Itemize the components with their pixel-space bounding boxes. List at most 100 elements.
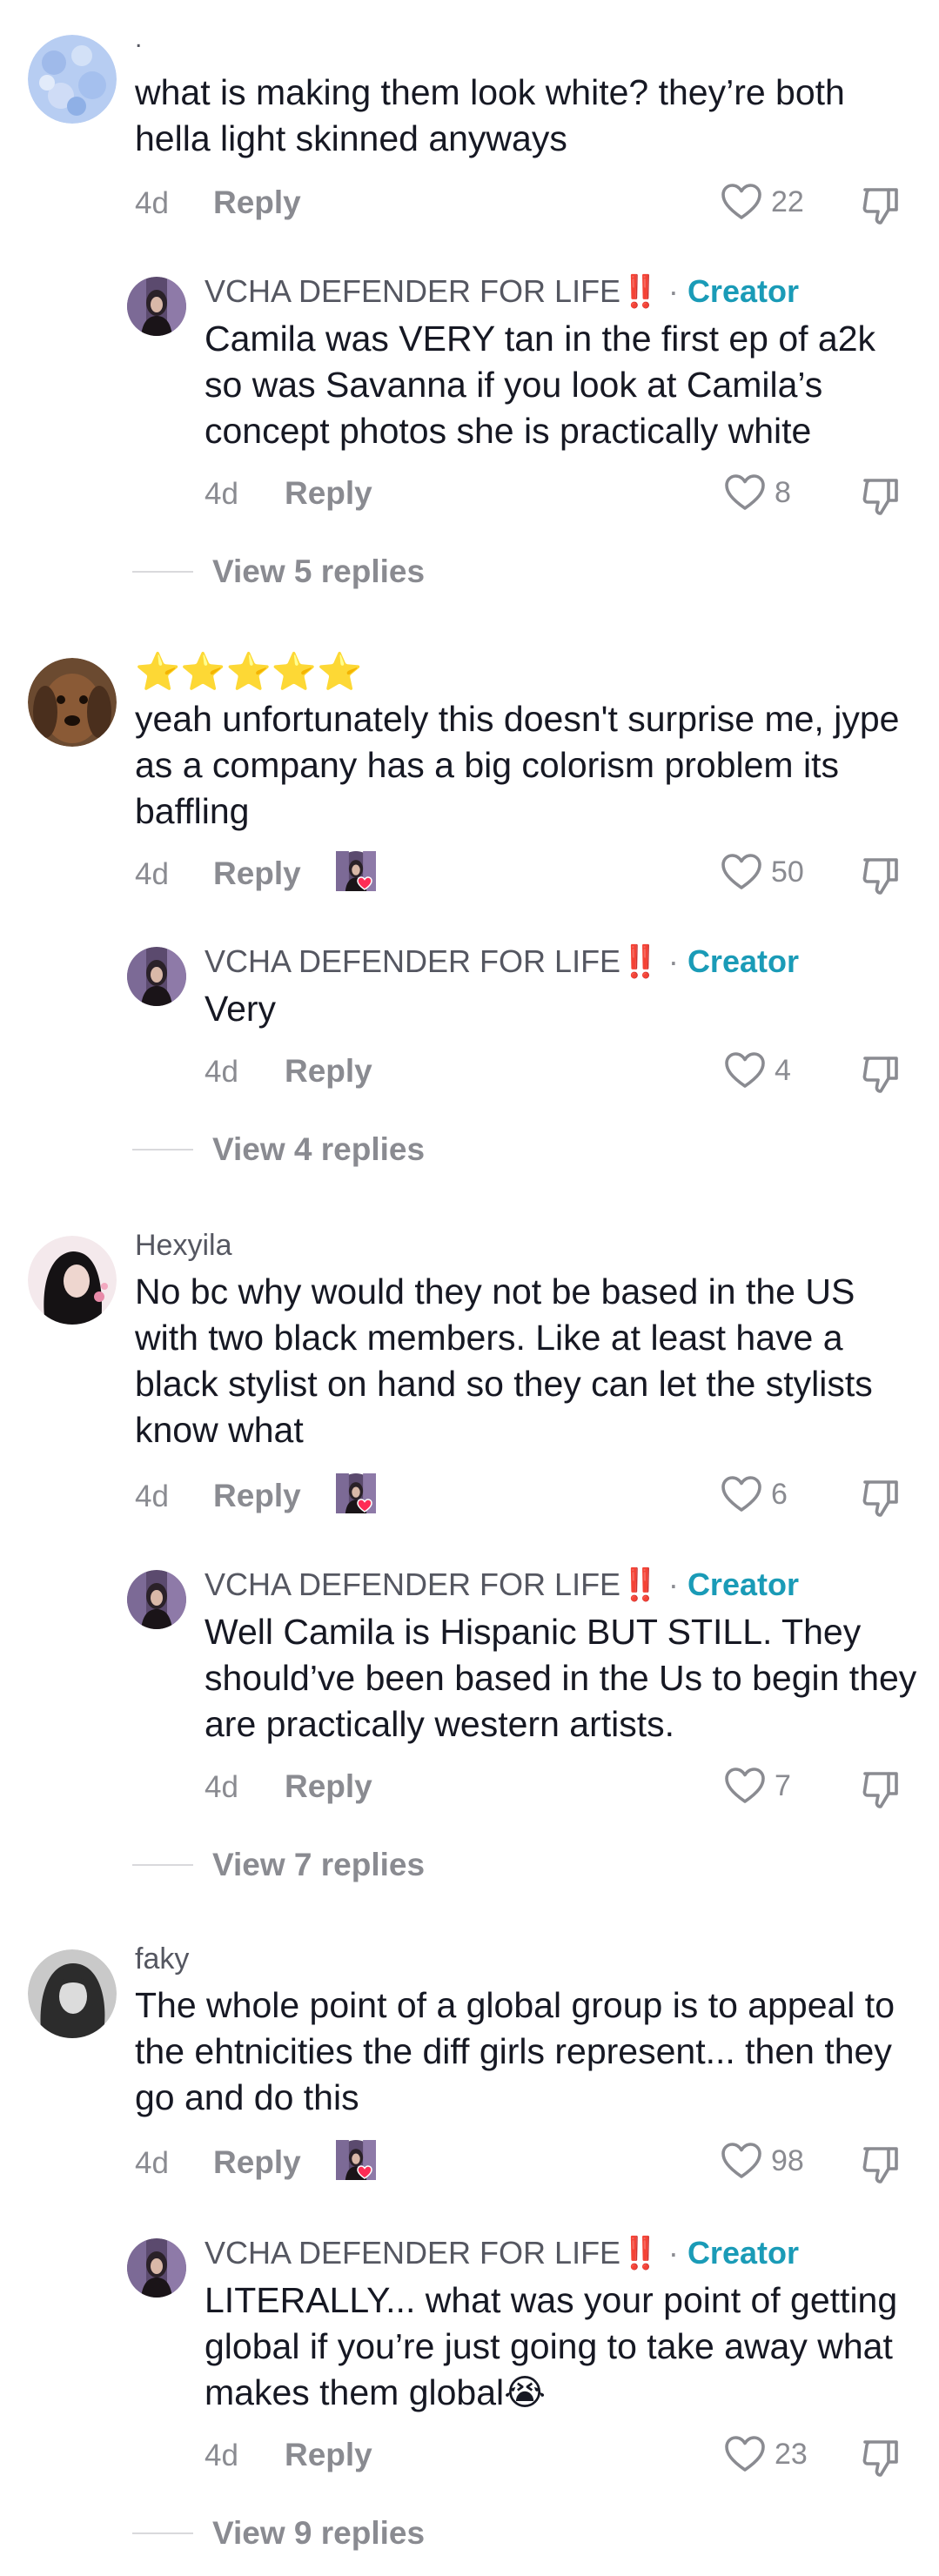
reply-button[interactable]: Reply <box>285 1053 372 1090</box>
heart-outline-icon <box>724 2435 766 2473</box>
like-button[interactable]: 4 <box>724 1051 791 1090</box>
heart-outline-icon <box>721 2142 762 2180</box>
like-count: 4 <box>775 1053 791 1087</box>
like-button[interactable]: 6 <box>721 1475 788 1513</box>
like-button[interactable]: 22 <box>721 183 804 221</box>
reply-button[interactable]: Reply <box>285 475 372 512</box>
view-replies-button[interactable]: View 4 replies <box>132 1131 425 1168</box>
reply-text: LITERALLY... what was your point of gett… <box>205 2280 898 2412</box>
creator-label: Creator <box>687 2235 799 2271</box>
comment-text: yeah unfortunately this doesn't surprise… <box>135 699 900 831</box>
thumbs-down-icon[interactable] <box>860 184 902 226</box>
like-count: 98 <box>771 2143 804 2177</box>
view-replies-label: View 9 replies <box>212 2515 426 2551</box>
reply-username[interactable]: VCHA DEFENDER FOR LIFE <box>205 273 620 309</box>
thumbs-down-icon[interactable] <box>860 2437 902 2479</box>
reply-username-line[interactable]: VCHA DEFENDER FOR LIFE‼️ · Creator <box>205 1566 799 1603</box>
comment-time: 4d <box>135 1479 169 1513</box>
divider-line <box>132 571 193 573</box>
creator-label: Creator <box>687 273 799 309</box>
reply-text: Well Camila is Hispanic BUT STILL. They … <box>205 1612 917 1744</box>
avatar[interactable] <box>28 658 117 747</box>
comment-text: No bc why would they not be based in the… <box>135 1271 873 1450</box>
reply-button[interactable]: Reply <box>213 855 301 892</box>
creator-avatar[interactable] <box>127 947 186 1006</box>
creator-avatar[interactable] <box>127 277 186 336</box>
reply-button[interactable]: Reply <box>285 1768 372 1805</box>
heart-outline-icon <box>724 1767 766 1805</box>
comment-username[interactable]: . <box>135 24 142 54</box>
creator-liked-avatar-icon <box>336 851 376 891</box>
like-count: 8 <box>775 475 791 509</box>
creator-avatar[interactable] <box>127 1570 186 1629</box>
like-count: 50 <box>771 855 804 889</box>
view-replies-label: View 5 replies <box>212 553 426 589</box>
view-replies-label: View 7 replies <box>212 1847 426 1882</box>
reply-username-line[interactable]: VCHA DEFENDER FOR LIFE‼️ · Creator <box>205 273 799 310</box>
comment-username[interactable]: Hexyila <box>135 1229 231 1263</box>
separator-dot: · <box>667 273 679 309</box>
reply-text: Camila was VERY tan in the first ep of a… <box>205 319 876 451</box>
heart-outline-icon <box>724 1051 766 1090</box>
creator-label: Creator <box>687 943 799 979</box>
heart-outline-icon <box>721 853 762 891</box>
view-replies-label: View 4 replies <box>212 1131 426 1167</box>
creator-liked-avatar-icon <box>336 1473 376 1513</box>
reply-username[interactable]: VCHA DEFENDER FOR LIFE <box>205 2235 620 2271</box>
comment-text: what is making them look white? they’re … <box>135 72 845 158</box>
like-button[interactable]: 8 <box>724 473 791 512</box>
reply-username[interactable]: VCHA DEFENDER FOR LIFE <box>205 1566 620 1602</box>
reply-button[interactable]: Reply <box>285 2437 372 2473</box>
like-button[interactable]: 50 <box>721 853 804 891</box>
like-button[interactable]: 23 <box>724 2435 808 2473</box>
heart-outline-icon <box>721 183 762 221</box>
double-exclamation-icon: ‼️ <box>620 2235 660 2271</box>
reply-button[interactable]: Reply <box>213 2144 301 2181</box>
comment-time: 4d <box>135 2146 169 2180</box>
double-exclamation-icon: ‼️ <box>620 943 660 979</box>
thumbs-down-icon[interactable] <box>860 1053 902 1095</box>
separator-dot: · <box>667 943 679 979</box>
like-button[interactable]: 98 <box>721 2142 804 2180</box>
comment-text: The whole point of a global group is to … <box>135 1985 895 2117</box>
thumbs-down-icon[interactable] <box>860 2143 902 2185</box>
reply-button[interactable]: Reply <box>213 184 301 221</box>
divider-line <box>132 1864 193 1866</box>
comment-time: 4d <box>135 857 169 891</box>
thumbs-down-icon[interactable] <box>860 475 902 517</box>
reply-username-line[interactable]: VCHA DEFENDER FOR LIFE‼️ · Creator <box>205 943 799 980</box>
comment-username[interactable]: ⭐⭐⭐⭐⭐ <box>135 651 362 694</box>
reply-button[interactable]: Reply <box>213 1478 301 1514</box>
view-replies-button[interactable]: View 9 replies <box>132 2515 425 2552</box>
comment-username[interactable]: faky <box>135 1942 189 1976</box>
separator-dot: · <box>667 2235 679 2271</box>
separator-dot: · <box>667 1566 679 1602</box>
divider-line <box>132 2532 193 2534</box>
divider-line <box>132 1149 193 1150</box>
creator-avatar[interactable] <box>127 2238 186 2298</box>
like-count: 22 <box>771 184 804 218</box>
like-count: 6 <box>771 1477 788 1511</box>
reply-text: Very <box>205 989 277 1029</box>
reply-username-line[interactable]: VCHA DEFENDER FOR LIFE‼️ · Creator <box>205 2235 799 2271</box>
comment-time: 4d <box>135 186 169 220</box>
double-exclamation-icon: ‼️ <box>620 1566 660 1602</box>
like-count: 7 <box>775 1768 791 1802</box>
view-replies-button[interactable]: View 5 replies <box>132 553 425 590</box>
avatar[interactable] <box>28 1236 117 1325</box>
view-replies-button[interactable]: View 7 replies <box>132 1847 425 1883</box>
avatar[interactable] <box>28 35 117 124</box>
reply-time: 4d <box>205 2438 238 2472</box>
creator-label: Creator <box>687 1566 799 1602</box>
heart-outline-icon <box>724 473 766 512</box>
reply-username[interactable]: VCHA DEFENDER FOR LIFE <box>205 943 620 979</box>
double-exclamation-icon: ‼️ <box>620 273 660 309</box>
reply-time: 4d <box>205 1055 238 1089</box>
thumbs-down-icon[interactable] <box>860 855 902 896</box>
thumbs-down-icon[interactable] <box>860 1768 902 1810</box>
thumbs-down-icon[interactable] <box>860 1477 902 1519</box>
reply-time: 4d <box>205 1770 238 1804</box>
like-button[interactable]: 7 <box>724 1767 791 1805</box>
heart-outline-icon <box>721 1475 762 1513</box>
avatar[interactable] <box>28 1949 117 2038</box>
